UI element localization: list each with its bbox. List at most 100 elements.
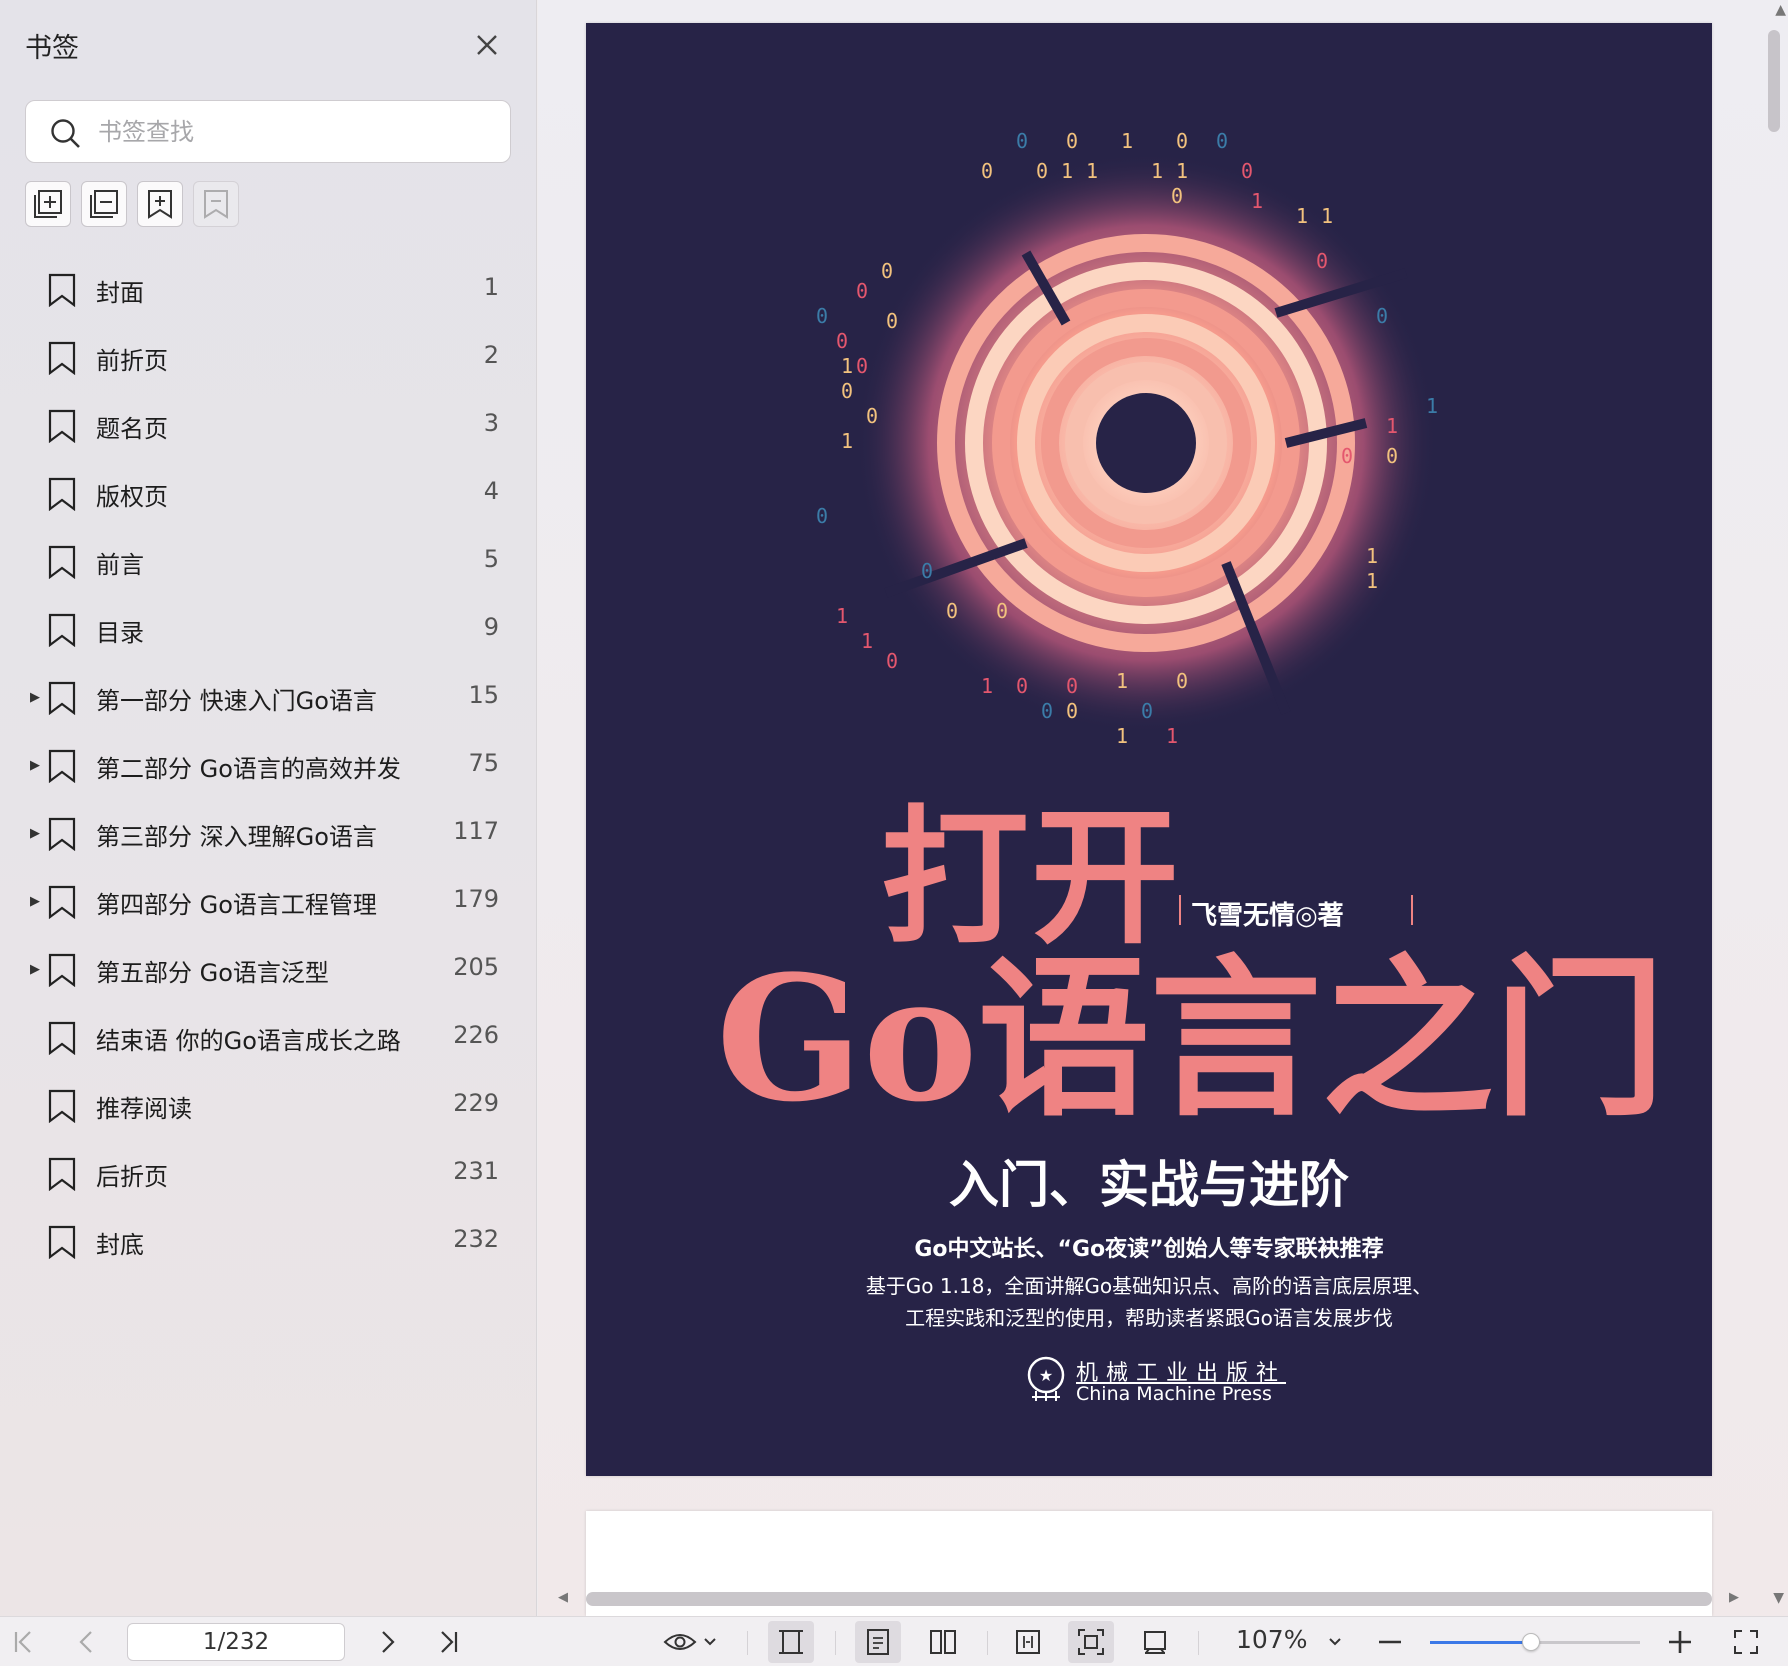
bookmark-page-number: 75 (468, 749, 499, 777)
bookmark-icon (48, 749, 76, 783)
svg-text:0: 0 (946, 599, 958, 623)
svg-text:★: ★ (1039, 1366, 1053, 1385)
first-page-button[interactable] (6, 1617, 40, 1666)
bookmark-item[interactable]: 推荐阅读 229 (0, 1072, 537, 1140)
bookmark-item[interactable]: 目录 9 (0, 596, 537, 664)
add-bookmark-button[interactable] (137, 181, 183, 227)
fullscreen-button[interactable] (1728, 1617, 1764, 1666)
bookmark-item[interactable]: ▶ 第三部分 深入理解Go语言 117 (0, 800, 537, 868)
bookmark-item[interactable]: ▶ 第四部分 Go语言工程管理 179 (0, 868, 537, 936)
bookmark-item[interactable]: 封面 1 (0, 256, 537, 324)
zoom-slider-fill (1430, 1641, 1531, 1644)
zoom-slider-handle[interactable] (1521, 1633, 1540, 1651)
bookmark-icon (48, 1089, 76, 1123)
bookmark-page-number: 226 (453, 1021, 499, 1049)
svg-text:1: 1 (981, 674, 993, 698)
cover-subtitle: 入门、实战与进阶 (949, 1156, 1349, 1214)
svg-text:0: 0 (1041, 699, 1053, 723)
last-page-icon (441, 1631, 458, 1653)
svg-text:0: 0 (981, 159, 993, 183)
rotate-page-button[interactable] (1132, 1617, 1178, 1666)
cover-description: 工程实践和泛型的使用，帮助读者紧跟Go语言发展步伐 (905, 1306, 1393, 1330)
bookmark-search-input[interactable] (98, 111, 498, 153)
zoom-level[interactable]: 107% (1236, 1625, 1307, 1654)
bookmark-item[interactable]: 封底 232 (0, 1208, 537, 1276)
scroll-right-arrow-icon[interactable]: ▶ (1729, 1590, 1739, 1605)
bookmark-item[interactable]: 后折页 231 (0, 1140, 537, 1208)
expand-arrow-icon[interactable]: ▶ (30, 688, 42, 708)
bookmark-item[interactable]: 题名页 3 (0, 392, 537, 460)
svg-text:0: 0 (1241, 159, 1253, 183)
bookmark-icon (48, 953, 76, 987)
svg-text:1: 1 (1321, 204, 1333, 228)
fit-width-icon (1016, 1630, 1040, 1654)
last-page-button[interactable] (432, 1617, 466, 1666)
zoom-out-button[interactable] (1372, 1617, 1408, 1666)
bookmark-sidebar: 书签 书签查找 封面 1 前折页 2 题名页 3 版权页 4 前言 5 目录 9… (0, 0, 537, 1616)
zoom-dropdown-button[interactable] (1318, 1617, 1352, 1666)
bookmark-item[interactable]: 结束语 你的Go语言成长之路 226 (0, 1004, 537, 1072)
svg-text:0: 0 (841, 379, 853, 403)
svg-text:0: 0 (1016, 674, 1028, 698)
bookmark-label: 后折页 (96, 1163, 168, 1191)
document-viewer[interactable]: ▲ ▼ 0 1 0 0 0 1 1 1 1 0 1 1 0 0 1 0 0 1 … (538, 0, 1788, 1616)
fullscreen-icon (1734, 1630, 1758, 1654)
scroll-down-arrow-icon[interactable]: ▼ (1773, 1590, 1784, 1606)
bookmark-item[interactable]: ▶ 第二部分 Go语言的高效并发 75 (0, 732, 537, 800)
remove-bookmark-button[interactable] (193, 181, 239, 227)
bookmark-item[interactable]: 前言 5 (0, 528, 537, 596)
svg-text:0: 0 (1066, 129, 1078, 153)
svg-text:0: 0 (1341, 444, 1353, 468)
previous-page-button[interactable] (70, 1617, 104, 1666)
scroll-up-arrow-icon[interactable]: ▲ (1775, 2, 1786, 18)
bookmark-icon (48, 545, 76, 579)
fit-page-button[interactable] (1068, 1621, 1114, 1663)
continuous-scroll-button[interactable] (768, 1621, 814, 1663)
single-page-button[interactable] (855, 1621, 901, 1663)
svg-text:0: 0 (1316, 249, 1328, 273)
svg-text:1: 1 (1121, 129, 1133, 153)
svg-text:0: 0 (1141, 699, 1153, 723)
horizontal-scrollbar[interactable] (586, 1592, 1712, 1606)
expand-arrow-icon[interactable]: ▶ (30, 756, 42, 776)
bookmark-label: 第四部分 Go语言工程管理 (96, 891, 377, 919)
svg-text:0: 0 (1176, 669, 1188, 693)
expand-arrow-icon[interactable]: ▶ (30, 960, 42, 980)
view-mode-button[interactable] (660, 1617, 720, 1666)
double-page-button[interactable] (920, 1617, 966, 1666)
expand-arrow-icon[interactable]: ▶ (30, 892, 42, 912)
svg-text:1: 1 (1386, 414, 1398, 438)
bookmark-item[interactable]: ▶ 第一部分 快速入门Go语言 15 (0, 664, 537, 732)
expand-all-button[interactable] (25, 181, 71, 227)
bookmark-icon (48, 1225, 76, 1259)
sidebar-title: 书签 (25, 33, 79, 64)
zoom-in-button[interactable] (1662, 1617, 1698, 1666)
svg-text:1: 1 (841, 354, 853, 378)
svg-text:1: 1 (1426, 394, 1438, 418)
bookmark-item[interactable]: 版权页 4 (0, 460, 537, 528)
bookmark-item[interactable]: 前折页 2 (0, 324, 537, 392)
close-icon[interactable] (470, 28, 504, 62)
scroll-left-arrow-icon[interactable]: ◀ (558, 1590, 568, 1605)
plus-icon (1669, 1631, 1691, 1653)
bookmark-icon (48, 885, 76, 919)
vertical-scrollbar[interactable] (1768, 30, 1780, 132)
bookmark-page-number: 1 (483, 273, 499, 301)
page-number-input[interactable]: 1/232 (127, 1623, 345, 1661)
publisher-logo-icon: ★ (1027, 1356, 1065, 1401)
svg-text:0: 0 (881, 259, 893, 283)
zoom-slider[interactable] (1430, 1633, 1640, 1651)
expand-arrow-icon[interactable]: ▶ (30, 824, 42, 844)
bookmark-item[interactable]: ▶ 第五部分 Go语言泛型 205 (0, 936, 537, 1004)
bookmark-label: 第二部分 Go语言的高效并发 (96, 755, 401, 783)
bookmark-icon (48, 1021, 76, 1055)
svg-text:0: 0 (1066, 674, 1078, 698)
bookmark-page-number: 231 (453, 1157, 499, 1185)
next-page-button[interactable] (370, 1617, 404, 1666)
continuous-scroll-icon (779, 1630, 803, 1654)
bookmark-label: 第五部分 Go语言泛型 (96, 959, 329, 987)
bookmark-page-number: 205 (453, 953, 499, 981)
bookmark-toolbar (25, 181, 239, 227)
fit-width-button[interactable] (1005, 1617, 1051, 1666)
collapse-all-button[interactable] (81, 181, 127, 227)
